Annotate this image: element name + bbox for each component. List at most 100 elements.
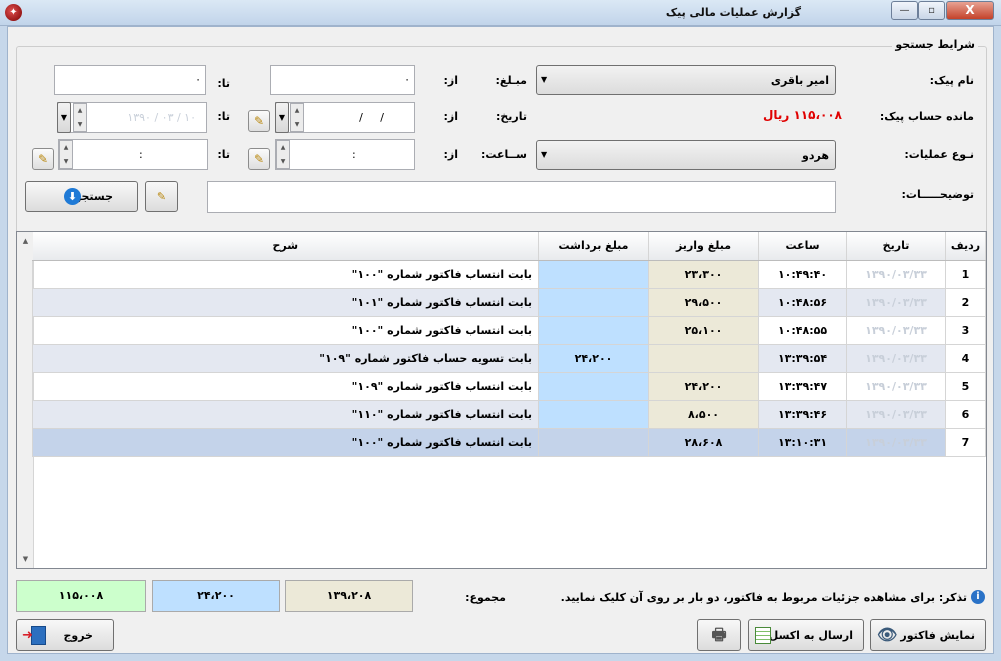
exit-arrow-icon: ➜ [22, 628, 33, 643]
row-number: 7 [945, 427, 986, 457]
courier-label: نام پیک: [929, 74, 974, 87]
spin-down-icon[interactable]: ▼ [277, 155, 289, 169]
date-from-label: از: [443, 110, 458, 123]
row-deposit [648, 343, 759, 373]
row-description: بابت انتساب فاکتور شماره "۱۰۰" [32, 259, 539, 289]
row-deposit: ۸،۵۰۰ [648, 399, 759, 429]
spin-up-icon[interactable]: ▲ [291, 104, 303, 118]
amount-from-input[interactable]: ۰ [270, 65, 415, 95]
operations-grid[interactable]: ▲ ▼ ردیف تاریخ ساعت مبلغ واریز مبلغ بردا… [16, 231, 987, 569]
broom-icon: ✎ [156, 190, 167, 203]
row-date: ۱۳۹۰/۰۳/۳۳ [846, 343, 946, 373]
operation-select[interactable]: هردو ▼ [536, 140, 836, 170]
search-button[interactable]: جستجو ⬇ [25, 181, 138, 212]
row-time: ۱۳:۱۰:۳۱ [758, 427, 847, 457]
time-to-spinner[interactable]: ▲ ▼ [59, 140, 73, 169]
table-row-selected[interactable]: 7 ۱۳۹۰/۰۳/۳۳ ۱۳:۱۰:۳۱ ۲۸،۶۰۸ بابت انتساب… [32, 427, 986, 457]
row-withdraw [538, 371, 649, 401]
table-row[interactable]: 5 ۱۳۹۰/۰۳/۳۳ ۱۳:۳۹:۴۷ ۲۴،۲۰۰ بابت انتساب… [32, 371, 986, 401]
row-description: بابت انتساب فاکتور شماره "۱۰۹" [32, 371, 539, 401]
show-invoice-button[interactable]: نمایش فاکتور 👁 [870, 619, 986, 651]
chevron-down-icon: ▼ [278, 113, 286, 122]
spin-up-icon[interactable]: ▲ [74, 104, 86, 118]
exit-button[interactable]: خروج ➜ [16, 619, 114, 651]
date-to-dropdown[interactable]: ▼ [57, 102, 71, 133]
clear-time-to-button[interactable]: ✎ [32, 148, 54, 170]
date-from-dropdown[interactable]: ▼ [275, 102, 289, 133]
table-row[interactable]: 2 ۱۳۹۰/۰۳/۳۳ ۱۰:۴۸:۵۶ ۲۹،۵۰۰ بابت انتساب… [32, 287, 986, 317]
scroll-up-icon[interactable]: ▲ [18, 233, 33, 249]
close-button[interactable]: X [946, 1, 994, 20]
restore-button[interactable]: ▫ [918, 1, 945, 20]
row-withdraw: ۲۴،۲۰۰ [538, 343, 649, 373]
table-row[interactable]: 4 ۱۳۹۰/۰۳/۳۳ ۱۳:۳۹:۵۴ ۲۴،۲۰۰ بابت تسویه … [32, 343, 986, 373]
notes-input[interactable] [207, 181, 836, 213]
spin-up-icon[interactable]: ▲ [277, 141, 289, 155]
operation-label: نـوع عملیات: [904, 148, 974, 161]
arrow-down-icon: ⬇ [64, 188, 81, 205]
hint-text: تذکر: برای مشاهده جزئیات مربوط به فاکتور… [560, 591, 967, 604]
date-from-value: / / [359, 111, 384, 124]
spin-down-icon[interactable]: ▼ [74, 118, 86, 132]
total-deposit: ۱۳۹،۲۰۸ [285, 580, 413, 612]
header-date[interactable]: تاریخ [846, 232, 946, 261]
time-to-value: : [139, 148, 143, 161]
clear-date-from-button[interactable]: ✎ [248, 110, 270, 132]
date-from-spinner[interactable]: ▲ ▼ [290, 103, 304, 132]
row-description: بابت انتساب فاکتور شماره "۱۱۰" [32, 399, 539, 429]
table-row[interactable]: 3 ۱۳۹۰/۰۳/۳۳ ۱۰:۴۸:۵۵ ۲۵،۱۰۰ بابت انتساب… [32, 315, 986, 345]
amount-from-value: ۰ [404, 73, 410, 86]
window-title: گزارش عملیات مالی پیک [665, 6, 801, 19]
time-to-input[interactable]: : [58, 139, 208, 170]
time-from-input[interactable]: : [275, 139, 415, 170]
total-withdraw: ۲۴،۲۰۰ [152, 580, 280, 612]
spin-down-icon[interactable]: ▼ [291, 118, 303, 132]
row-time: ۱۰:۴۸:۵۵ [758, 315, 847, 345]
time-from-spinner[interactable]: ▲ ▼ [276, 140, 290, 169]
operations-table: ردیف تاریخ ساعت مبلغ واریز مبلغ برداشت ش… [32, 232, 986, 457]
app-icon[interactable]: ✦ [5, 4, 22, 21]
amount-label: مبـلغ: [495, 74, 527, 87]
client-area: شرایط جستجو نام پیک: امیر باقری ▼ مبـلغ:… [7, 26, 994, 654]
notes-label: توضیحـــــات: [901, 188, 974, 201]
row-deposit: ۲۳،۳۰۰ [648, 259, 759, 289]
courier-value: امیر باقری [770, 74, 829, 87]
printer-icon: 🖶 [711, 625, 727, 644]
title-bar: ✦ گزارش عملیات مالی پیک — ▫ X [0, 0, 1001, 26]
header-time[interactable]: ساعت [758, 232, 847, 261]
chevron-down-icon: ▼ [541, 75, 548, 84]
table-row[interactable]: 1 ۱۳۹۰/۰۳/۳۳ ۱۰:۴۹:۴۰ ۲۳،۳۰۰ بابت انتساب… [32, 259, 986, 289]
clear-all-button[interactable]: ✎ [145, 181, 178, 212]
chevron-down-icon: ▼ [60, 113, 68, 122]
clear-time-from-button[interactable]: ✎ [248, 148, 270, 170]
row-time: ۱۳:۳۹:۴۶ [758, 399, 847, 429]
table-row[interactable]: 6 ۱۳۹۰/۰۳/۳۳ ۱۳:۳۹:۴۶ ۸،۵۰۰ بابت انتساب … [32, 399, 986, 429]
broom-icon: ✎ [253, 114, 265, 128]
date-to-spinner[interactable]: ▲ ▼ [73, 103, 87, 132]
amount-from-label: از: [443, 74, 458, 87]
minimize-button[interactable]: — [891, 1, 918, 20]
show-invoice-label: نمایش فاکتور [900, 629, 975, 642]
amount-to-label: تا: [217, 77, 230, 90]
info-icon: i [971, 590, 985, 604]
eye-icon: 👁 [877, 625, 898, 644]
courier-select[interactable]: امیر باقری ▼ [536, 65, 836, 95]
spin-down-icon[interactable]: ▼ [60, 155, 72, 169]
row-deposit: ۲۹،۵۰۰ [648, 287, 759, 317]
header-deposit[interactable]: مبلغ واریز [648, 232, 759, 261]
scroll-down-icon[interactable]: ▼ [18, 551, 33, 567]
spreadsheet-icon [755, 627, 771, 644]
spin-up-icon[interactable]: ▲ [60, 141, 72, 155]
header-description[interactable]: شرح [32, 232, 539, 261]
broom-icon: ✎ [37, 152, 49, 166]
header-withdraw[interactable]: مبلغ برداشت [538, 232, 649, 261]
row-withdraw [538, 399, 649, 429]
header-row-number[interactable]: ردیف [945, 232, 986, 261]
row-time: ۱۰:۴۸:۵۶ [758, 287, 847, 317]
row-date: ۱۳۹۰/۰۳/۳۳ [846, 427, 946, 457]
row-description: بابت انتساب فاکتور شماره "۱۰۰" [32, 427, 539, 457]
date-label: تاریخ: [495, 110, 527, 123]
amount-to-input[interactable]: ۰ [54, 65, 206, 95]
export-excel-button[interactable]: ارسال به اکسل [748, 619, 864, 651]
print-button[interactable]: 🖶 [697, 619, 741, 651]
